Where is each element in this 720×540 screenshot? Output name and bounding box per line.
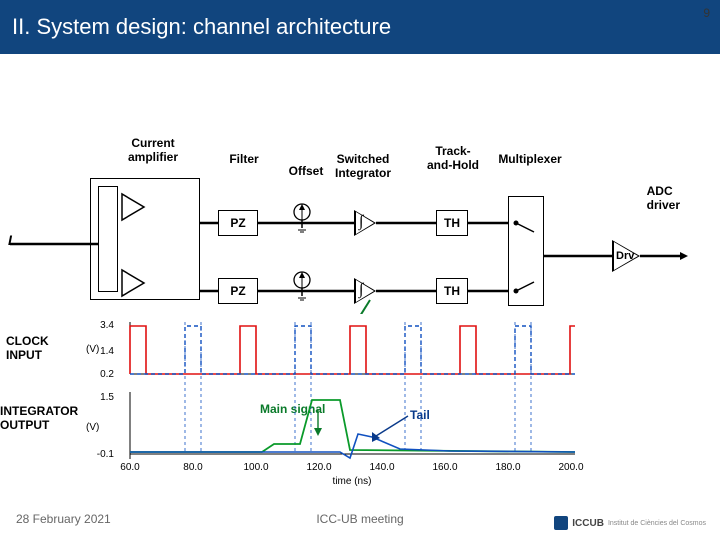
y-unit-upper: (V) <box>86 344 99 355</box>
logo-text: ICCUB <box>572 518 604 529</box>
logo-subtext: Institut de Ciències del Cosmos <box>608 520 706 527</box>
plot-svg: 3.4 1.4 0.2 (V) 1.5 -0.1 (V) 60.0 80.0 <box>0 314 720 494</box>
xtick: 140.0 <box>369 462 394 473</box>
footer-logo: ICCUB Institut de Ciències del Cosmos <box>554 516 706 530</box>
slide-title: II. System design: channel architecture <box>0 0 720 54</box>
ytick: -0.1 <box>97 449 115 460</box>
ytick: 1.4 <box>100 346 114 357</box>
xtick: 160.0 <box>432 462 457 473</box>
ytick: 0.2 <box>100 369 114 380</box>
y-unit-lower: (V) <box>86 422 99 433</box>
wiring-svg <box>0 54 720 314</box>
xtick: 180.0 <box>495 462 520 473</box>
ytick: 1.5 <box>100 392 114 403</box>
xtick: 80.0 <box>183 462 203 473</box>
xtick: 100.0 <box>243 462 268 473</box>
x-axis-label: time (ns) <box>333 476 372 487</box>
channel-architecture-diagram: Current amplifier Filter Offset Switched… <box>0 54 720 314</box>
slide-number: 9 <box>703 6 710 20</box>
logo-icon <box>554 516 568 530</box>
waveform-plots: CLOCK INPUT INTEGRATOR OUTPUT Main signa… <box>0 314 720 494</box>
xtick: 200.0 <box>558 462 583 473</box>
xtick: 120.0 <box>306 462 331 473</box>
xtick: 60.0 <box>120 462 140 473</box>
ytick: 3.4 <box>100 320 114 331</box>
